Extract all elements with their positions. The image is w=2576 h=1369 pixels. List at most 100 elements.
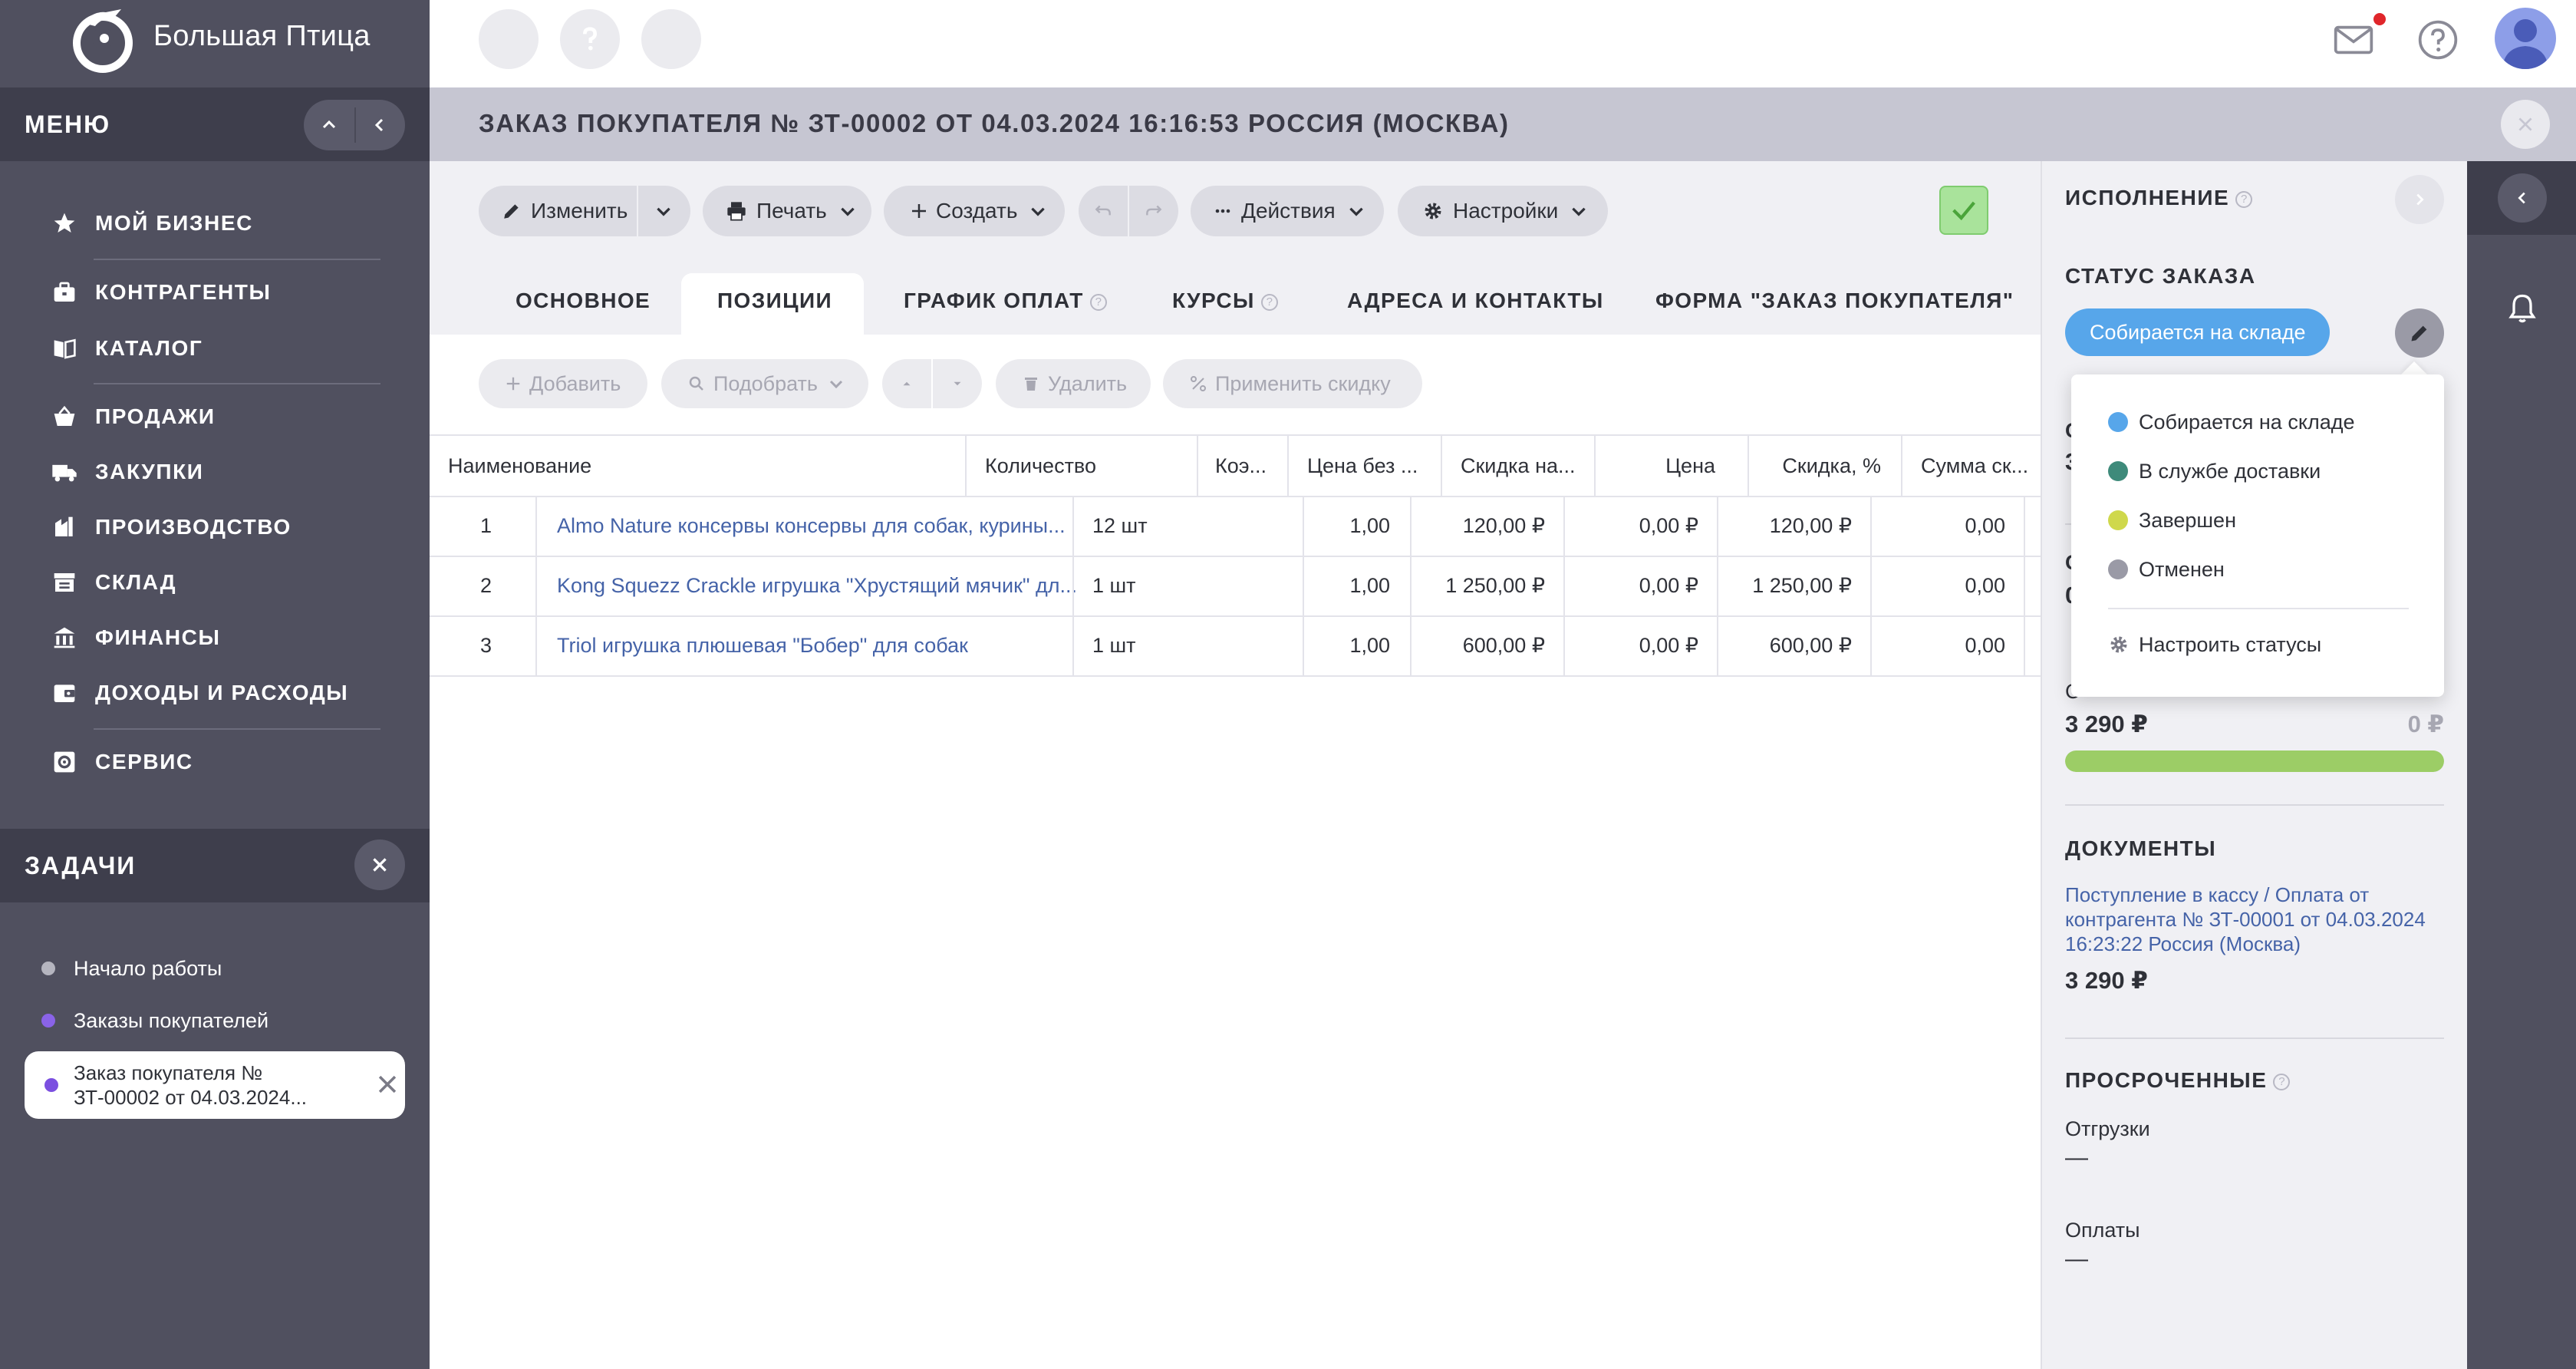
discount-percent[interactable]: 0,00 <box>1872 574 2005 598</box>
status-option[interactable]: Отменен <box>2108 554 2225 585</box>
close-task-icon[interactable] <box>374 1071 400 1097</box>
discount-percent[interactable]: 0,00 <box>1872 514 2005 538</box>
redo-button[interactable] <box>1129 201 1178 221</box>
product-name-link[interactable]: Kong Squezz Crackle игрушка "Хрустящий м… <box>557 574 1076 598</box>
move-up-button[interactable] <box>882 377 931 391</box>
tab-order-form[interactable]: ФОРМА "ЗАКАЗ ПОКУПАТЕЛЯ" <box>1655 289 2014 313</box>
sidebar-item-income-expense[interactable]: ДОХОДЫ И РАСХОДЫ <box>51 672 348 714</box>
coefficient[interactable]: 1,00 <box>1304 634 1390 658</box>
move-down-button[interactable] <box>933 377 982 391</box>
create-label: Создать <box>936 199 1018 223</box>
order-status-badge[interactable]: Собирается на складе <box>2065 308 2331 356</box>
discount-percent[interactable]: 0,00 <box>1872 634 2005 658</box>
tab-payment-schedule[interactable]: ГРАФИК ОПЛАТ? <box>904 289 1107 313</box>
sidebar-item-catalog[interactable]: КАТАЛОГ <box>51 328 203 369</box>
close-tasks-button[interactable] <box>354 840 405 890</box>
status-option[interactable]: Завершен <box>2108 505 2236 536</box>
undo-button[interactable] <box>1079 201 1128 221</box>
close-icon <box>373 858 387 872</box>
price-without-discount[interactable]: 120,00 ₽ <box>1412 514 1545 538</box>
sidebar-item-warehouse[interactable]: СКЛАД <box>51 562 176 603</box>
column-header[interactable]: Скидка, % <box>1767 454 1881 478</box>
column-header[interactable]: Сумма ск... <box>1921 454 2036 478</box>
notification-dot <box>2373 13 2386 25</box>
edit-status-button[interactable] <box>2395 308 2444 358</box>
expand-strip-button[interactable] <box>2498 173 2547 223</box>
settings-button[interactable]: Настройки <box>1398 186 1608 236</box>
hide-sidebar-button[interactable] <box>354 100 405 150</box>
quantity[interactable]: 1 шт <box>1092 574 1136 598</box>
status-option-label: Отменен <box>2139 557 2225 581</box>
apply-discount-button[interactable]: Применить скидку <box>1163 359 1422 408</box>
tab-main[interactable]: ОСНОВНОЕ <box>516 289 651 313</box>
sidebar: Большая Птица МЕНЮ МОЙ БИЗНЕС КОНТРАГЕНТ… <box>0 0 430 1369</box>
avatar[interactable] <box>2495 8 2556 69</box>
remaining-amount: 0 ₽ <box>2407 711 2444 737</box>
payment-document-link[interactable]: Поступление в кассу / Оплата от контраге… <box>2065 882 2449 956</box>
save-confirm-button[interactable] <box>1939 186 1988 235</box>
bell-icon[interactable] <box>2505 292 2539 325</box>
discount-label: Применить скидку <box>1215 371 1391 395</box>
top-action-button[interactable] <box>479 9 539 69</box>
user-icon <box>2502 19 2548 69</box>
table-row[interactable]: 3 Triol игрушка плюшевая "Бобер" для соб… <box>430 617 2041 677</box>
table-header: Наименование Количество Коэ... Цена без … <box>430 434 2041 497</box>
mail-icon[interactable] <box>2332 18 2375 61</box>
page-title: ЗАКАЗ ПОКУПАТЕЛЯ № ЗТ-00002 ОТ 04.03.202… <box>479 109 1510 137</box>
tab-addresses[interactable]: АДРЕСА И КОНТАКТЫ <box>1347 289 1604 313</box>
edit-dropdown-button[interactable] <box>638 201 689 221</box>
coefficient[interactable]: 1,00 <box>1304 514 1390 538</box>
logo[interactable]: Большая Птица <box>0 0 430 87</box>
discount-amount[interactable]: 0,00 ₽ <box>1565 574 1698 598</box>
price-without-discount[interactable]: 1 250,00 ₽ <box>1412 574 1545 598</box>
task-item[interactable]: Заказы покупателей <box>41 1001 268 1041</box>
pick-button[interactable]: Подобрать <box>661 359 868 408</box>
collapse-menu-button[interactable] <box>304 100 354 150</box>
product-name-link[interactable]: Almo Nature консервы консервы для собак,… <box>557 514 1076 538</box>
tab-positions[interactable]: ПОЗИЦИИ <box>717 289 832 313</box>
discount-amount[interactable]: 0,00 ₽ <box>1565 514 1698 538</box>
price[interactable]: 600,00 ₽ <box>1718 634 1852 658</box>
column-header[interactable]: Цена <box>1642 454 1715 478</box>
column-header[interactable]: Скидка на... <box>1461 454 1576 478</box>
sidebar-item-production[interactable]: ПРОИЗВОДСТВО <box>51 506 292 548</box>
add-position-button[interactable]: Добавить <box>479 359 647 408</box>
status-option[interactable]: Собирается на складе <box>2108 407 2354 437</box>
edit-button[interactable]: Изменить <box>479 199 637 223</box>
status-option[interactable]: В службе доставки <box>2108 456 2321 487</box>
print-button[interactable]: Печать <box>703 186 871 236</box>
price[interactable]: 120,00 ₽ <box>1718 514 1852 538</box>
product-name-link[interactable]: Triol игрушка плюшевая "Бобер" для собак <box>557 634 1076 658</box>
help-icon[interactable] <box>2416 18 2459 61</box>
column-header[interactable]: Цена без ... <box>1307 454 1418 478</box>
price[interactable]: 1 250,00 ₽ <box>1718 574 1852 598</box>
sidebar-item-service[interactable]: СЕРВИС <box>51 741 193 783</box>
price-without-discount[interactable]: 600,00 ₽ <box>1412 634 1545 658</box>
table-row[interactable]: 1 Almo Nature консервы консервы для соба… <box>430 497 2041 557</box>
sidebar-item-my-business[interactable]: МОЙ БИЗНЕС <box>51 203 253 244</box>
quantity[interactable]: 12 шт <box>1092 514 1148 538</box>
column-header[interactable]: Коэ... <box>1215 454 1267 478</box>
active-task-card[interactable]: Заказ покупателя № ЗТ-00002 от 04.03.202… <box>25 1051 405 1119</box>
create-button[interactable]: Создать <box>884 186 1065 236</box>
configure-statuses-item[interactable]: Настроить статусы <box>2108 629 2321 660</box>
help-circle-button[interactable] <box>560 9 620 69</box>
tab-rates[interactable]: КУРСЫ? <box>1172 289 1278 313</box>
actions-button[interactable]: Действия <box>1191 186 1384 236</box>
close-document-button[interactable] <box>2501 100 2550 149</box>
sidebar-item-finance[interactable]: ФИНАНСЫ <box>51 617 221 658</box>
coefficient[interactable]: 1,00 <box>1304 574 1390 598</box>
sidebar-item-contractors[interactable]: КОНТРАГЕНТЫ <box>51 272 272 313</box>
column-header[interactable]: Наименование <box>448 454 591 478</box>
sidebar-item-purchases[interactable]: ЗАКУПКИ <box>51 451 204 493</box>
quantity[interactable]: 1 шт <box>1092 634 1136 658</box>
top-action-button[interactable] <box>641 9 701 69</box>
column-header[interactable]: Количество <box>985 454 1096 478</box>
sidebar-item-sales[interactable]: ПРОДАЖИ <box>51 396 216 437</box>
table-row[interactable]: 2 Kong Squezz Crackle игрушка "Хрустящий… <box>430 557 2041 617</box>
task-item[interactable]: Начало работы <box>41 948 222 988</box>
chevron-up-icon <box>322 120 336 129</box>
discount-amount[interactable]: 0,00 ₽ <box>1565 634 1698 658</box>
delete-button[interactable]: Удалить <box>996 359 1151 408</box>
collapse-panel-button[interactable] <box>2395 175 2444 224</box>
